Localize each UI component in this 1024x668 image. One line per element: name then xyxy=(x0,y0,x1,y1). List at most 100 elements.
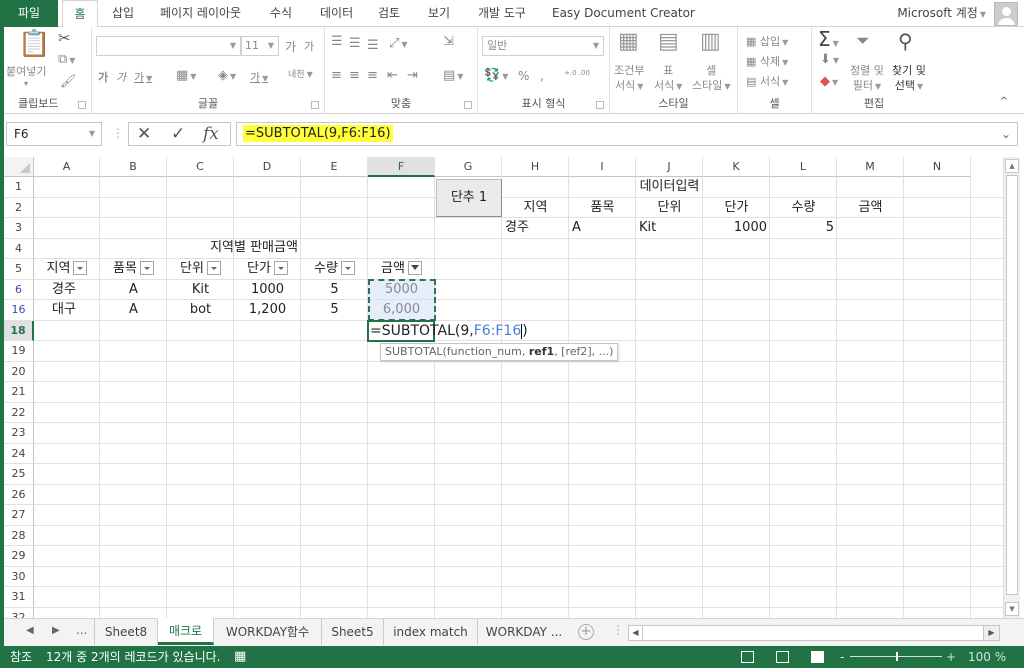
percent-button[interactable]: % xyxy=(518,69,529,83)
row-header-18[interactable]: 18 xyxy=(4,320,34,341)
filter-dropdown-icon[interactable] xyxy=(206,260,221,275)
sort-filter-icon[interactable]: ⏷ xyxy=(856,33,870,50)
tab-page-layout[interactable]: 페이지 레이아웃 xyxy=(152,0,249,27)
row-header-20[interactable]: 20 xyxy=(4,361,34,382)
input-cell[interactable] xyxy=(837,218,904,238)
table-header-cell[interactable]: 수량 xyxy=(301,259,368,279)
user-avatar-icon[interactable] xyxy=(994,2,1018,26)
increase-decimal-button[interactable]: +.0 .00 xyxy=(564,69,590,77)
row-header-3[interactable]: 3 xyxy=(4,218,34,239)
row-header-4[interactable]: 4 xyxy=(4,238,34,259)
column-header-c[interactable]: C xyxy=(167,157,234,177)
border-icon[interactable]: ▦ ▼ xyxy=(176,69,196,82)
insert-function-icon[interactable]: fx xyxy=(203,124,219,144)
sheet-tab-workday-function[interactable]: WORKDAY함수 xyxy=(214,619,322,645)
formula-input[interactable]: =SUBTOTAL(9,F6:F16) ⌄ xyxy=(236,122,1018,146)
cell-styles-button[interactable]: 셀 스타일 ▼ xyxy=(692,63,731,94)
name-box[interactable]: F6 ▼ xyxy=(6,122,102,146)
autosum-button[interactable]: Σ ▼ xyxy=(818,27,839,51)
cut-icon[interactable]: ✂ xyxy=(58,31,71,46)
vertical-scroll-thumb[interactable] xyxy=(1006,175,1018,595)
comma-button[interactable]: , xyxy=(540,69,544,83)
decrease-indent-icon[interactable]: ⇤ xyxy=(387,69,398,82)
sheet-tab-workday-more[interactable]: WORKDAY ... xyxy=(478,619,570,645)
worksheet-grid[interactable]: ABCDEFGHIJKLMN 1 2 3 4 5 6 16 18 19 20 21 22 23 24 25 2… xyxy=(4,157,1003,618)
shrink-font-button[interactable]: 가 xyxy=(304,38,314,54)
column-header-l[interactable]: L xyxy=(770,157,837,177)
paste-dropdown[interactable]: ▾ xyxy=(24,79,28,88)
column-header-m[interactable]: M xyxy=(837,157,904,177)
horizontal-scrollbar[interactable]: ◀ ▶ xyxy=(628,625,1000,641)
table-cell[interactable]: bot xyxy=(167,300,234,320)
input-header-cell[interactable]: 단가 xyxy=(703,198,770,218)
tab-data[interactable]: 데이터 xyxy=(312,0,361,27)
wrap-text-icon[interactable]: ⇲ xyxy=(443,35,454,48)
input-cell[interactable]: 1000 xyxy=(703,218,770,238)
next-sheet-icon[interactable]: ▶ xyxy=(52,625,60,636)
input-header-cell[interactable]: 수량 xyxy=(770,198,837,218)
align-bottom-icon[interactable]: ☰ xyxy=(367,39,379,52)
table-cell[interactable]: 5 xyxy=(301,300,368,320)
input-cell[interactable]: 5 xyxy=(770,218,837,238)
input-header-cell[interactable]: 지역 xyxy=(502,198,569,218)
normal-view-icon[interactable] xyxy=(741,651,754,663)
filter-dropdown-icon[interactable] xyxy=(73,260,88,275)
tab-file[interactable]: 파일 xyxy=(0,0,58,27)
phonetic-button[interactable]: 내천 ▼ xyxy=(288,67,313,80)
orientation-icon[interactable]: ⤢ ▼ xyxy=(389,37,408,50)
cancel-icon[interactable]: ✕ xyxy=(137,124,151,144)
column-header-a[interactable]: A xyxy=(34,157,100,177)
column-header-i[interactable]: I xyxy=(569,157,636,177)
tab-insert[interactable]: 삽입 xyxy=(104,0,142,27)
scroll-left-icon[interactable]: ◀ xyxy=(629,626,643,640)
table-cell[interactable]: 5 xyxy=(301,280,368,300)
table-cell[interactable]: Kit xyxy=(167,280,234,300)
input-cell[interactable]: Kit xyxy=(636,218,703,238)
row-header-28[interactable]: 28 xyxy=(4,525,34,546)
tab-developer[interactable]: 개발 도구 xyxy=(470,0,534,27)
delete-cells-button[interactable]: ▦ 삭제 ▼ xyxy=(746,53,788,69)
account-menu[interactable]: Microsoft 계정 ▼ xyxy=(897,0,986,27)
filter-dropdown-icon[interactable] xyxy=(273,260,288,275)
tab-formulas[interactable]: 수식 xyxy=(262,0,300,27)
row-header-24[interactable]: 24 xyxy=(4,443,34,464)
row-header-31[interactable]: 31 xyxy=(4,587,34,608)
tab-view[interactable]: 보기 xyxy=(420,0,458,27)
table-cell[interactable]: A xyxy=(100,280,167,300)
row-header-27[interactable]: 27 xyxy=(4,505,34,526)
conditional-format-icon[interactable]: ▦ xyxy=(618,31,639,53)
accounting-format-icon[interactable]: 💱 ▼ xyxy=(484,69,508,82)
clipboard-launcher-icon[interactable] xyxy=(78,101,86,109)
zoom-level[interactable]: 100 % xyxy=(968,646,1006,668)
input-header-cell[interactable]: 품목 xyxy=(569,198,636,218)
filter-dropdown-icon[interactable] xyxy=(139,260,154,275)
formula-bar-splitter[interactable]: ⋮ xyxy=(112,126,124,140)
sheet-tab-macro[interactable]: 매크로 xyxy=(158,618,214,645)
row-header-25[interactable]: 25 xyxy=(4,464,34,485)
input-cell[interactable]: A xyxy=(569,218,636,238)
table-header-cell[interactable]: 품목 xyxy=(100,259,167,279)
scroll-up-icon[interactable]: ▲ xyxy=(1005,159,1019,173)
format-painter-icon[interactable]: 🖌 xyxy=(60,75,77,88)
column-header-g[interactable]: G xyxy=(435,157,502,177)
row-header-6[interactable]: 6 xyxy=(4,279,34,300)
row-header-22[interactable]: 22 xyxy=(4,402,34,423)
column-header-d[interactable]: D xyxy=(234,157,301,177)
fill-icon[interactable]: ⬇ ▼ xyxy=(820,53,839,66)
table-cell[interactable]: 1,200 xyxy=(234,300,301,320)
format-cells-button[interactable]: ▤ 서식 ▼ xyxy=(746,73,788,89)
row-header-26[interactable]: 26 xyxy=(4,484,34,505)
table-header-cell[interactable]: 단가 xyxy=(234,259,301,279)
binoculars-icon[interactable]: ⚲ xyxy=(898,31,913,51)
paste-button[interactable]: 붙여넣기 xyxy=(6,63,46,79)
font-launcher-icon[interactable] xyxy=(311,101,319,109)
cell-styles-icon[interactable]: ▥ xyxy=(700,31,721,53)
filter-active-icon[interactable] xyxy=(407,260,422,275)
macro-button[interactable]: 단추 1 xyxy=(436,179,502,217)
find-select-button[interactable]: 찾기 및 선택 ▼ xyxy=(892,63,926,94)
row-header-21[interactable]: 21 xyxy=(4,382,34,403)
row-header-32[interactable]: 32 xyxy=(4,607,34,618)
increase-indent-icon[interactable]: ⇥ xyxy=(407,69,418,82)
row-header-19[interactable]: 19 xyxy=(4,341,34,362)
input-cell[interactable]: 경주 xyxy=(502,218,569,238)
